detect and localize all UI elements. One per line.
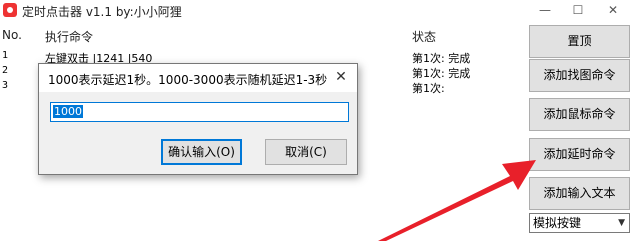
delay-input-value: 1000 xyxy=(53,105,83,118)
delay-input-field[interactable]: 1000 xyxy=(50,102,349,122)
row-status: 第1次: 完成 xyxy=(412,52,471,65)
app-logo-icon xyxy=(3,3,17,17)
row-status: 第1次: xyxy=(412,82,445,95)
add-find-image-button[interactable]: 添加找图命令 xyxy=(529,59,630,92)
cancel-button[interactable]: 取消(C) xyxy=(265,139,347,165)
key-mode-value: 模拟按键 xyxy=(533,216,582,230)
key-mode-select[interactable]: 模拟按键 ▼ xyxy=(529,213,630,233)
column-header-status[interactable]: 状态 xyxy=(412,28,436,45)
add-delay-command-button[interactable]: 添加延时命令 xyxy=(529,138,630,171)
column-header-command[interactable]: 执行命令 xyxy=(45,28,93,45)
title-bar: 定时点击器 v1.1 by:小小阿狸 — ☐ ✕ xyxy=(0,0,633,22)
table-row[interactable]: 1 左键双击 |1241 |540 第1次: 完成 xyxy=(0,50,528,65)
close-button[interactable]: ✕ xyxy=(596,0,630,22)
row-number: 2 xyxy=(2,65,9,76)
row-number: 3 xyxy=(2,80,9,91)
column-header-no[interactable]: No. xyxy=(2,28,22,42)
delay-input-dialog: 1000表示延迟1秒。1000-3000表示随机延迟1-3秒 ✕ 1000 确认… xyxy=(38,63,358,175)
add-input-text-button[interactable]: 添加输入文本 xyxy=(529,177,630,210)
row-number: 1 xyxy=(2,50,9,61)
dialog-title: 1000表示延迟1秒。1000-3000表示随机延迟1-3秒 xyxy=(48,73,328,87)
confirm-button[interactable]: 确认输入(O) xyxy=(161,139,242,165)
maximize-button[interactable]: ☐ xyxy=(561,0,595,22)
row-status: 第1次: 完成 xyxy=(412,67,471,80)
pin-top-button[interactable]: 置顶 xyxy=(529,25,630,58)
add-mouse-command-button[interactable]: 添加鼠标命令 xyxy=(529,98,630,131)
chevron-down-icon: ▼ xyxy=(618,218,625,228)
dialog-title-bar: 1000表示延迟1秒。1000-3000表示随机延迟1-3秒 ✕ xyxy=(39,64,357,92)
minimize-button[interactable]: — xyxy=(528,0,562,22)
dialog-close-button[interactable]: ✕ xyxy=(331,68,351,88)
window-title: 定时点击器 v1.1 by:小小阿狸 xyxy=(22,5,182,19)
